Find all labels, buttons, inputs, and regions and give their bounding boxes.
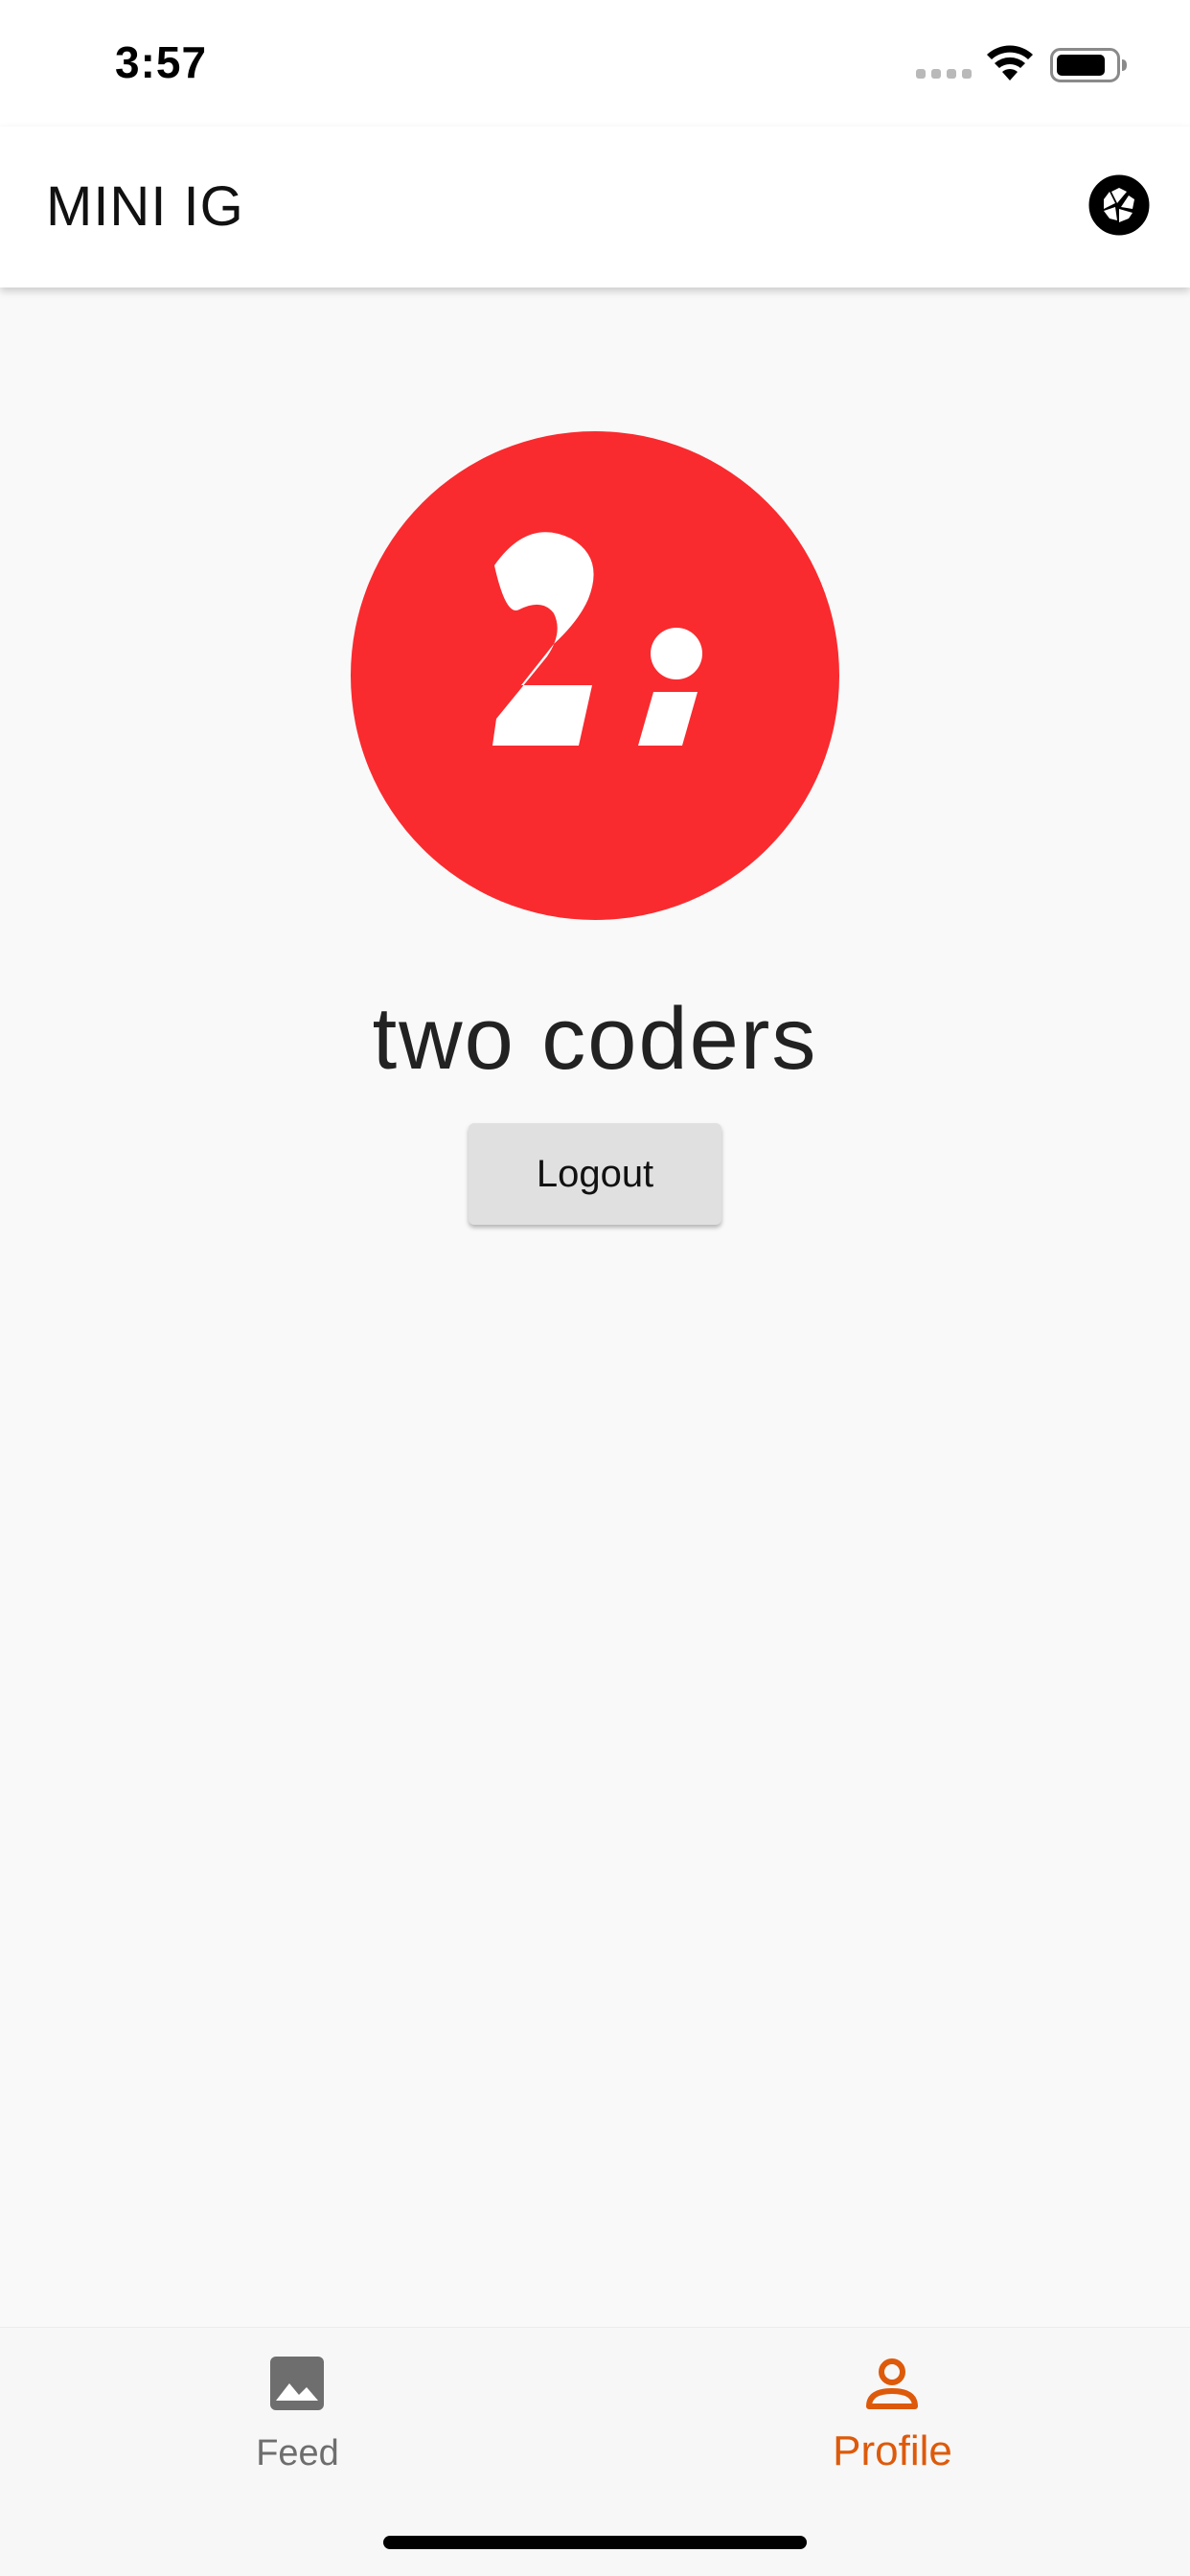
nav-item-feed[interactable]: Feed <box>0 2328 595 2519</box>
cellular-signal-icon <box>916 69 972 79</box>
status-bar: 3:57 <box>0 0 1190 126</box>
avatar <box>351 431 839 920</box>
app-bar: MINI IG <box>0 126 1190 288</box>
home-indicator <box>383 2536 807 2549</box>
nav-label-feed: Feed <box>256 2433 339 2473</box>
app-title: MINI IG <box>46 175 244 238</box>
profile-screen: 3:57 MINI IG two coders Logout Feed Prof… <box>0 0 1190 2576</box>
battery-icon <box>1050 48 1127 82</box>
person-icon <box>866 2358 918 2409</box>
camera-shutter-icon[interactable] <box>1088 174 1150 236</box>
status-time: 3:57 <box>115 37 208 87</box>
wifi-icon <box>987 45 1033 80</box>
nav-item-profile[interactable]: Profile <box>595 2328 1190 2519</box>
logout-button[interactable]: Logout <box>469 1123 721 1225</box>
avatar-logo <box>492 532 702 746</box>
profile-name: two coders <box>372 990 818 1088</box>
image-icon <box>270 2357 324 2410</box>
nav-label-profile: Profile <box>833 2427 952 2474</box>
